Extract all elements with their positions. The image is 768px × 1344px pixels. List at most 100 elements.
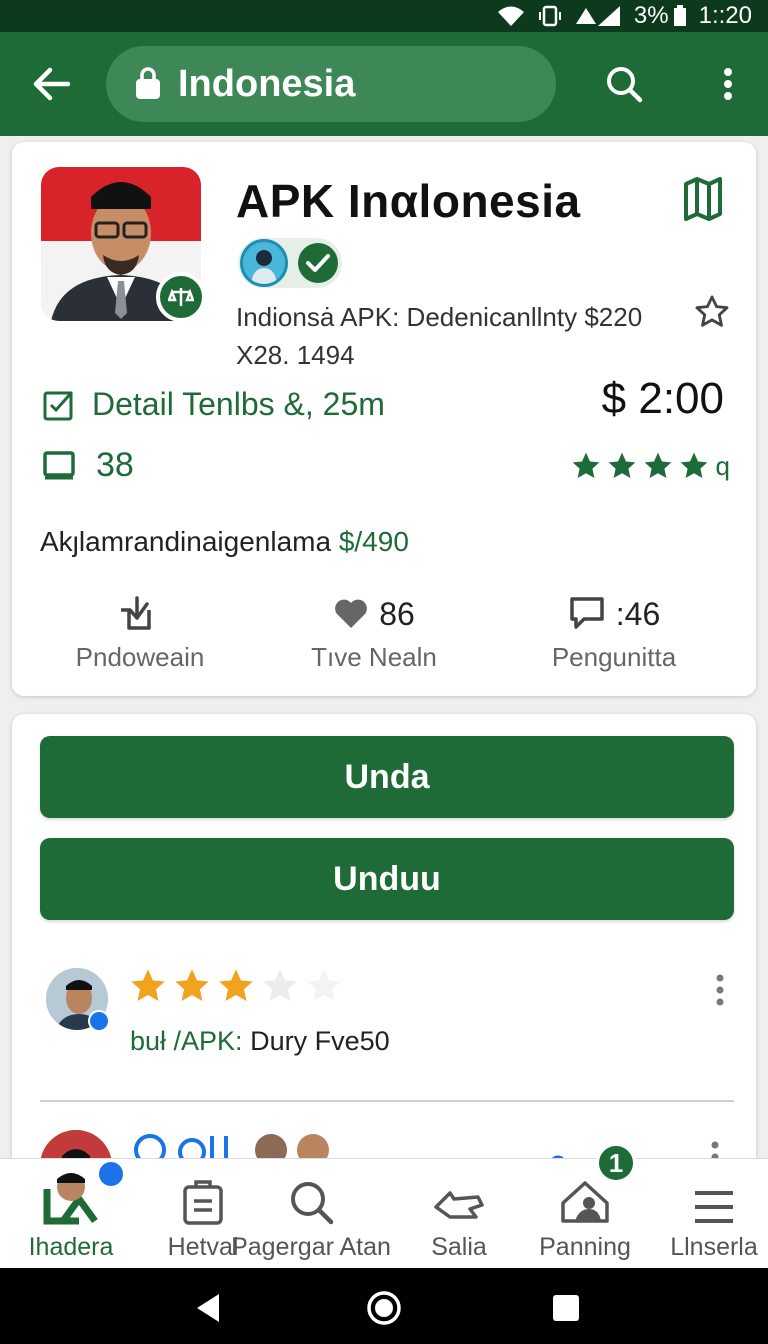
menu-icon [695,1191,733,1223]
home-icon [561,1181,609,1223]
bookmark-map-icon [684,177,722,221]
status-bar: 3% 1::20 [0,0,768,32]
screen-icon [43,450,75,479]
circle-home-icon [367,1291,401,1325]
verified-check-icon [298,243,338,283]
system-back-button[interactable] [190,1290,226,1326]
detail-text: Detail Tenlbs &, 25m [92,386,385,422]
nav-label: Salia [431,1233,487,1261]
meta-value: $/490 [338,526,409,557]
bookmark-button[interactable] [680,174,726,224]
wifi-icon [497,6,524,26]
nav-item-search[interactable]: Pagergar Atan [228,1159,394,1269]
nav-label: Llnserla [670,1233,758,1261]
star-filled-icon [644,452,671,478]
search-query: Indonesia [178,62,356,105]
hand-icon [434,1191,484,1219]
nav-item-home[interactable]: Ihadera [16,1159,126,1269]
review-stars [128,966,344,1006]
back-button[interactable] [30,62,74,106]
nav-label: Pagergar Atan [231,1233,391,1261]
star-filled-icon [680,452,707,478]
review-item: buł /APK: Dury Fve50 [12,964,756,1094]
battery-icon [673,5,686,26]
review-text-accent: buł /APK: [130,1026,243,1056]
meta-label: Akȷlamrandinaigenlama [40,526,332,557]
signal-icon [575,6,620,26]
nav-item-menu[interactable]: Llnserla [664,1159,764,1269]
count-value: 38 [96,446,134,484]
heart-icon [335,599,368,628]
rating-suffix: q [715,450,730,481]
review-text: buł /APK: Dury Fve50 [130,1026,390,1057]
favorite-button[interactable] [692,292,732,332]
arrow-back-icon [33,67,71,101]
system-navigation-bar [0,1268,768,1344]
system-recents-button[interactable] [548,1290,584,1326]
notification-badge: 1 [596,1143,636,1183]
app-icon-badge [156,272,206,322]
nav-item-salia[interactable]: Salia [414,1159,504,1269]
nav-label: Panning [539,1233,631,1261]
app-price: $ 2:00 [601,374,724,423]
nav-avatar-badge-icon [96,1159,126,1189]
developer-avatar [240,239,288,287]
divider [40,1100,734,1102]
lock-icon [136,67,160,99]
stat-label: Pndoweain [75,642,205,672]
verified-badge-icon [88,1010,110,1032]
stat-label: Tıve Nealn [311,642,437,672]
star-outline-icon [695,295,729,327]
checklist-icon [43,390,74,420]
triangle-back-icon [197,1294,219,1322]
star-filled-icon [175,969,209,1001]
star-filled-icon [572,452,599,478]
stats-row: Pndoweain 86 Tıve Nealn :46 Pengunitta [12,590,756,680]
detail-row[interactable]: Detail Tenlbs &, 25m [42,386,385,423]
app-bar: Indonesia [0,32,768,136]
comment-icon [570,597,604,629]
search-button[interactable] [600,60,648,108]
review-text-body: Dury Fve50 [242,1026,390,1056]
star-empty-icon [307,969,341,1001]
battery-level: 3% [633,2,669,29]
download-icon [121,596,151,630]
stat-likes[interactable]: 86 Tıve Nealn [264,590,484,673]
star-filled-icon [219,969,253,1001]
stat-value: 86 [379,595,415,632]
star-filled-icon [131,969,165,1001]
scale-icon [168,288,194,306]
overflow-menu-button[interactable] [706,60,750,108]
app-title: APK Inαlonesia [236,175,581,227]
home-logo-icon [43,1173,98,1225]
stat-value: :46 [615,595,661,632]
search-icon [607,67,643,103]
search-icon [291,1182,334,1225]
bottom-navigation: Ihadera Hetval Pagergar Atan Salia 1 Pan… [0,1143,768,1269]
star-empty-icon [263,969,297,1001]
star-filled-icon [608,452,635,478]
developer-chip[interactable] [238,238,342,288]
review-more-button[interactable] [706,970,734,1010]
rating-stars: q [570,450,730,482]
more-vert-icon [716,974,724,1006]
primary-action-button[interactable]: Unda [40,736,734,818]
search-bar[interactable]: Indonesia [106,46,556,122]
count-row: 38 [42,446,134,485]
clock: 1::20 [698,2,752,29]
stat-downloads[interactable]: Pndoweain [30,590,250,673]
clipboard-icon [183,1180,223,1225]
more-vert-icon [724,68,732,100]
actions-card: Unda Unduu buł /APK: Dury Fve50 [12,714,756,1174]
app-info-card: APK Inαlonesia Indionsȧ APK: Dedenicanll… [12,142,756,696]
nav-item-panning[interactable]: 1 Panning [530,1143,640,1269]
stat-comments[interactable]: :46 Pengunitta [504,590,724,673]
square-recents-icon [553,1295,579,1321]
nav-label: Ihadera [28,1233,114,1261]
stat-label: Pengunitta [551,642,677,672]
vibrate-icon [538,5,561,27]
system-home-button[interactable] [366,1290,402,1326]
app-description: Indionsȧ APK: Dedenicanllnty $220 X28. 1… [236,302,643,370]
download-button[interactable]: Unduu [40,838,734,920]
meta-line: Akȷlamrandinaigenlama $/490 [40,526,409,558]
